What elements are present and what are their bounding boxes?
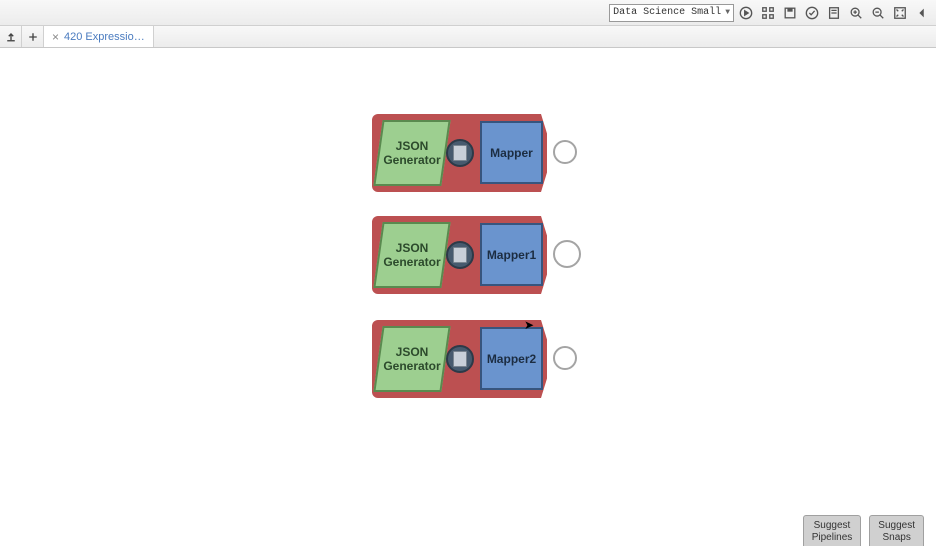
pipeline-row: JSON Generator Mapper	[372, 114, 582, 192]
pipeline-tab[interactable]: × 420 Expressio…	[44, 26, 154, 47]
snap-label: JSON Generator	[382, 139, 442, 167]
connector-icon[interactable]	[446, 139, 474, 167]
snap-label: Mapper	[490, 146, 533, 160]
chevron-down-icon: ▼	[725, 8, 730, 17]
save-button[interactable]	[780, 3, 800, 23]
output-port-icon[interactable]	[553, 240, 581, 268]
tab-label: 420 Expressio…	[64, 31, 145, 43]
play-button[interactable]	[736, 3, 756, 23]
pipeline-row: JSON Generator Mapper2	[372, 320, 582, 398]
snap-label: JSON Generator	[382, 345, 442, 373]
output-port-icon[interactable]	[553, 140, 577, 164]
mapper-snap[interactable]: Mapper1	[480, 223, 543, 286]
mapper-snap[interactable]: Mapper2	[480, 327, 543, 390]
json-generator-snap[interactable]: JSON Generator	[373, 222, 450, 288]
validate-button[interactable]	[802, 3, 822, 23]
notes-button[interactable]	[824, 3, 844, 23]
fit-button[interactable]	[890, 3, 910, 23]
dropdown-label: Data Science Small	[613, 7, 721, 18]
grid-button[interactable]	[758, 3, 778, 23]
tab-bar: × 420 Expressio…	[0, 26, 936, 48]
suggest-snaps-label: SuggestSnaps	[878, 520, 915, 543]
suggest-pipelines-label: SuggestPipelines	[812, 520, 853, 543]
pipeline-canvas[interactable]: JSON Generator Mapper JSON Generator Map…	[0, 48, 936, 546]
mapper-snap[interactable]: Mapper	[480, 121, 543, 184]
add-tab-button[interactable]	[22, 26, 44, 47]
snap-label: Mapper2	[487, 352, 536, 366]
json-generator-snap[interactable]: JSON Generator	[373, 326, 450, 392]
top-toolbar: Data Science Small ▼	[0, 0, 936, 26]
close-icon[interactable]: ×	[52, 30, 59, 44]
suggest-pipelines-button[interactable]: SuggestPipelines	[803, 515, 862, 546]
connector-icon[interactable]	[446, 345, 474, 373]
connector-icon[interactable]	[446, 241, 474, 269]
json-generator-snap[interactable]: JSON Generator	[373, 120, 450, 186]
output-port-icon[interactable]	[553, 346, 577, 370]
upload-button[interactable]	[0, 26, 22, 47]
snaplex-dropdown[interactable]: Data Science Small ▼	[609, 4, 734, 22]
suggest-bar: SuggestPipelines SuggestSnaps	[803, 515, 924, 546]
back-button[interactable]	[912, 3, 932, 23]
zoom-out-button[interactable]	[868, 3, 888, 23]
snap-label: Mapper1	[487, 248, 536, 262]
pipeline-row: JSON Generator Mapper1	[372, 216, 582, 294]
snap-label: JSON Generator	[382, 241, 442, 269]
suggest-snaps-button[interactable]: SuggestSnaps	[869, 515, 924, 546]
zoom-in-button[interactable]	[846, 3, 866, 23]
